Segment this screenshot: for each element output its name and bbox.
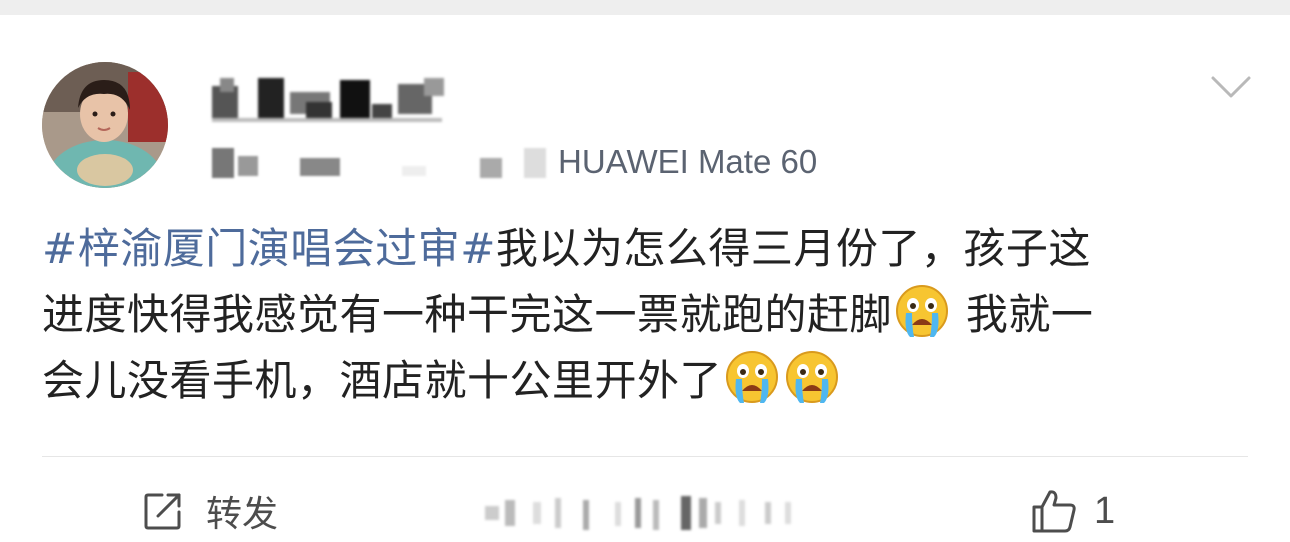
avatar[interactable] <box>42 62 168 188</box>
username[interactable] <box>212 74 452 126</box>
comment-button-redacted[interactable] <box>485 492 805 532</box>
repost-button[interactable]: 转发 <box>142 484 278 538</box>
thumbs-up-icon <box>1032 490 1076 533</box>
post-meta: HUAWEI Mate 60 <box>212 142 912 182</box>
avatar-photo <box>42 62 168 188</box>
device-source: HUAWEI Mate 60 <box>558 143 818 180</box>
chevron-down-icon[interactable] <box>1210 72 1252 102</box>
topic-link[interactable]: #梓渝厦门演唱会过审# <box>42 224 496 273</box>
content-line-1: #梓渝厦门演唱会过审#我以为怎么得三月份了，孩子这 <box>42 216 1242 282</box>
post-time-redacted <box>212 148 546 178</box>
content-line-2: 进度快得我感觉有一种干完这一票就跑的赶脚 我就一 <box>42 282 1242 348</box>
crying-face-emoji <box>896 285 949 337</box>
content-line-3: 会儿没看手机，酒店就十公里开外了 <box>42 348 1242 414</box>
content-text: 我以为怎么得三月份了，孩子这 <box>495 224 1091 273</box>
content-text: 我就一 <box>952 290 1094 339</box>
like-count: 1 <box>1094 489 1116 532</box>
repost-label: 转发 <box>206 494 279 535</box>
content-text: 进度快得我感觉有一种干完这一票就跑的赶脚 <box>42 290 893 339</box>
post-content: #梓渝厦门演唱会过审#我以为怎么得三月份了，孩子这 进度快得我感觉有一种干完这一… <box>42 216 1242 414</box>
crying-face-emoji <box>786 351 839 403</box>
content-text: 会儿没看手机，酒店就十公里开外了 <box>42 356 723 405</box>
crying-face-emoji <box>726 351 779 403</box>
username-redacted <box>212 78 444 122</box>
top-separator-band <box>0 0 1290 15</box>
repost-icon <box>144 493 181 530</box>
like-button[interactable]: 1 <box>1030 484 1115 538</box>
divider <box>42 456 1248 457</box>
